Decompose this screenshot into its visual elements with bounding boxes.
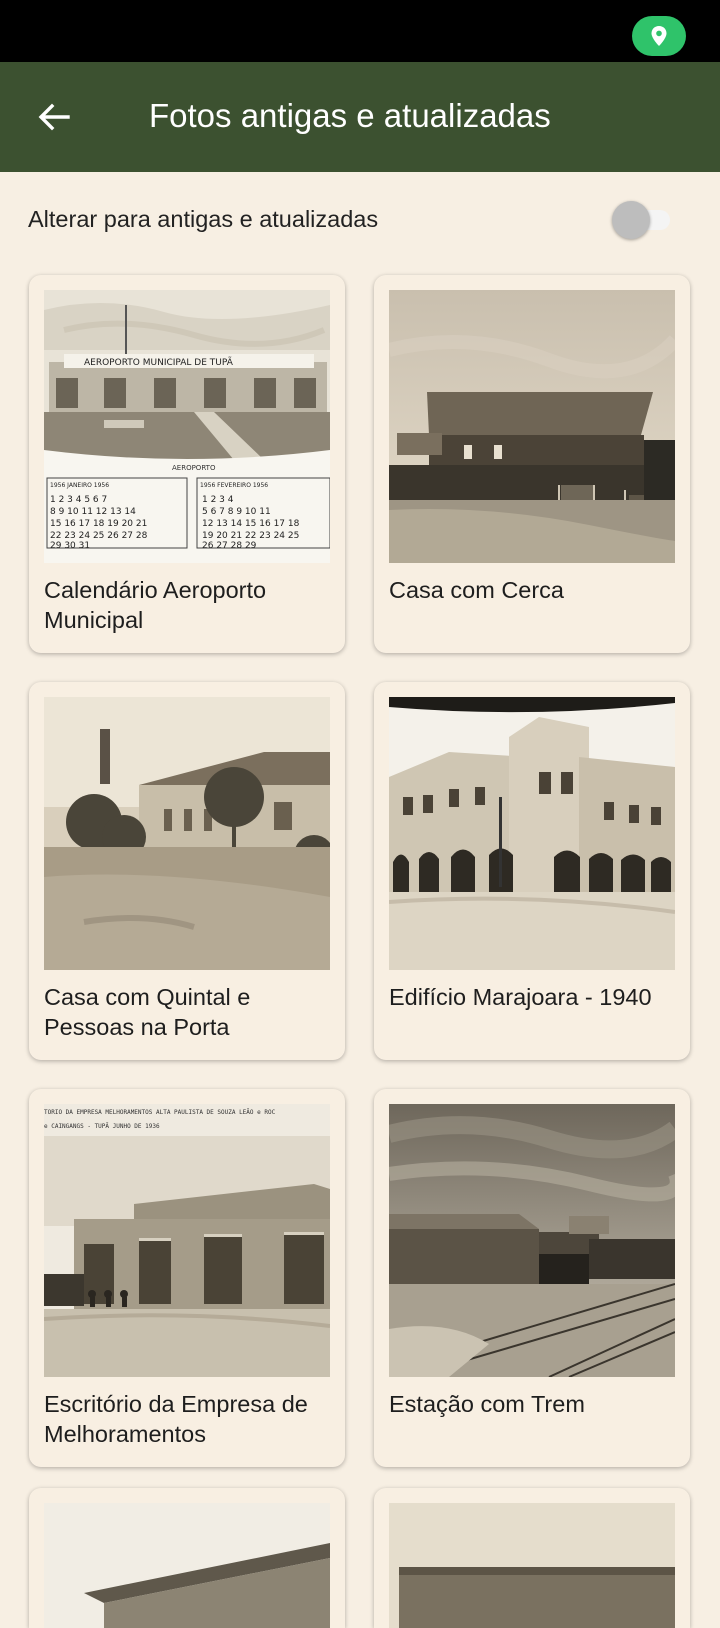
- photo-thumbnail: [389, 1104, 675, 1377]
- toggle-label: Alterar para antigas e atualizadas: [28, 206, 379, 232]
- svg-text:1 2 3 4 5 6 7: 1 2 3 4 5 6 7: [50, 495, 107, 505]
- january-header-text: 1956 JANEIRO 1956: [50, 482, 109, 489]
- photo-card[interactable]: Edifício Marajoara - 1940: [374, 682, 690, 1060]
- photo-caption: Escritório da Empresa de Melhoramentos: [44, 1391, 308, 1447]
- svg-text:1 2 3 4: 1 2 3 4: [202, 495, 234, 505]
- location-pin-icon: [651, 26, 667, 46]
- photo-thumbnail: [44, 697, 330, 970]
- photo-thumbnail: [389, 1503, 675, 1628]
- location-indicator[interactable]: [632, 16, 686, 56]
- svg-text:19 20 21 22 23 24 25: 19 20 21 22 23 24 25: [202, 531, 299, 541]
- photo-card[interactable]: Casa com Cerca: [374, 275, 690, 653]
- svg-text:22 23 24 25 26 27 28: 22 23 24 25 26 27 28: [50, 531, 148, 541]
- photo-thumbnail: [389, 290, 675, 563]
- photo-thumbnail: [44, 1503, 330, 1628]
- february-header-text: 1956 FEVEREIRO 1956: [200, 482, 268, 489]
- photo-thumbnail: [389, 697, 675, 970]
- app-bar: Fotos antigas e atualizadas: [0, 62, 720, 172]
- photo-card[interactable]: Casa com Quintal e Pessoas na Porta: [29, 682, 345, 1060]
- old-new-toggle-switch[interactable]: [612, 200, 674, 240]
- photo-thumbnail: TORIO DA EMPRESA MELHORAMENTOS ALTA PAUL…: [44, 1104, 330, 1377]
- photo-caption: Edifício Marajoara - 1940: [389, 984, 652, 1010]
- photo-typed-caption-line1: TORIO DA EMPRESA MELHORAMENTOS ALTA PAUL…: [44, 1109, 276, 1116]
- switch-thumb: [612, 201, 650, 239]
- photo-caption: Casa com Quintal e Pessoas na Porta: [44, 984, 251, 1040]
- page-title: Fotos antigas e atualizadas: [149, 97, 551, 134]
- photo-caption: Estação com Trem: [389, 1391, 585, 1417]
- photo-card[interactable]: AEROPORTO MUNICIPAL DE TUPÃ AEROPORTO 19…: [29, 275, 345, 653]
- svg-text:29 30 31: 29 30 31: [50, 541, 90, 551]
- photo-caption: Casa com Cerca: [389, 577, 564, 603]
- photo-card[interactable]: Estação com Trem: [374, 1089, 690, 1467]
- photo-thumbnail: AEROPORTO MUNICIPAL DE TUPÃ AEROPORTO 19…: [44, 290, 330, 563]
- svg-text:12 13 14 15 16 17 18: 12 13 14 15 16 17 18: [202, 519, 300, 529]
- airport-sign-text: AEROPORTO MUNICIPAL DE TUPÃ: [84, 357, 234, 368]
- svg-text:8 9 10 11 12 13 14: 8 9 10 11 12 13 14: [50, 507, 136, 517]
- arrow-left-icon: [38, 103, 70, 131]
- status-bar: [0, 0, 720, 62]
- toggle-row: Alterar para antigas e atualizadas: [0, 180, 720, 260]
- photo-typed-caption-line2: e CAINGANGS - TUPÃ JUNHO DE 1936: [44, 1123, 160, 1130]
- back-button[interactable]: [26, 89, 82, 145]
- photo-card[interactable]: [29, 1488, 345, 1628]
- svg-text:15 16 17 18 19 20 21: 15 16 17 18 19 20 21: [50, 519, 147, 529]
- svg-text:26 27 28 29: 26 27 28 29: [202, 541, 257, 551]
- airport-label-text: AEROPORTO: [172, 464, 216, 472]
- photo-card[interactable]: TORIO DA EMPRESA MELHORAMENTOS ALTA PAUL…: [29, 1089, 345, 1467]
- photo-card[interactable]: [374, 1488, 690, 1628]
- svg-text:5 6 7 8 9 10 11: 5 6 7 8 9 10 11: [202, 507, 271, 517]
- photo-caption: Calendário Aeroporto Municipal: [44, 577, 267, 633]
